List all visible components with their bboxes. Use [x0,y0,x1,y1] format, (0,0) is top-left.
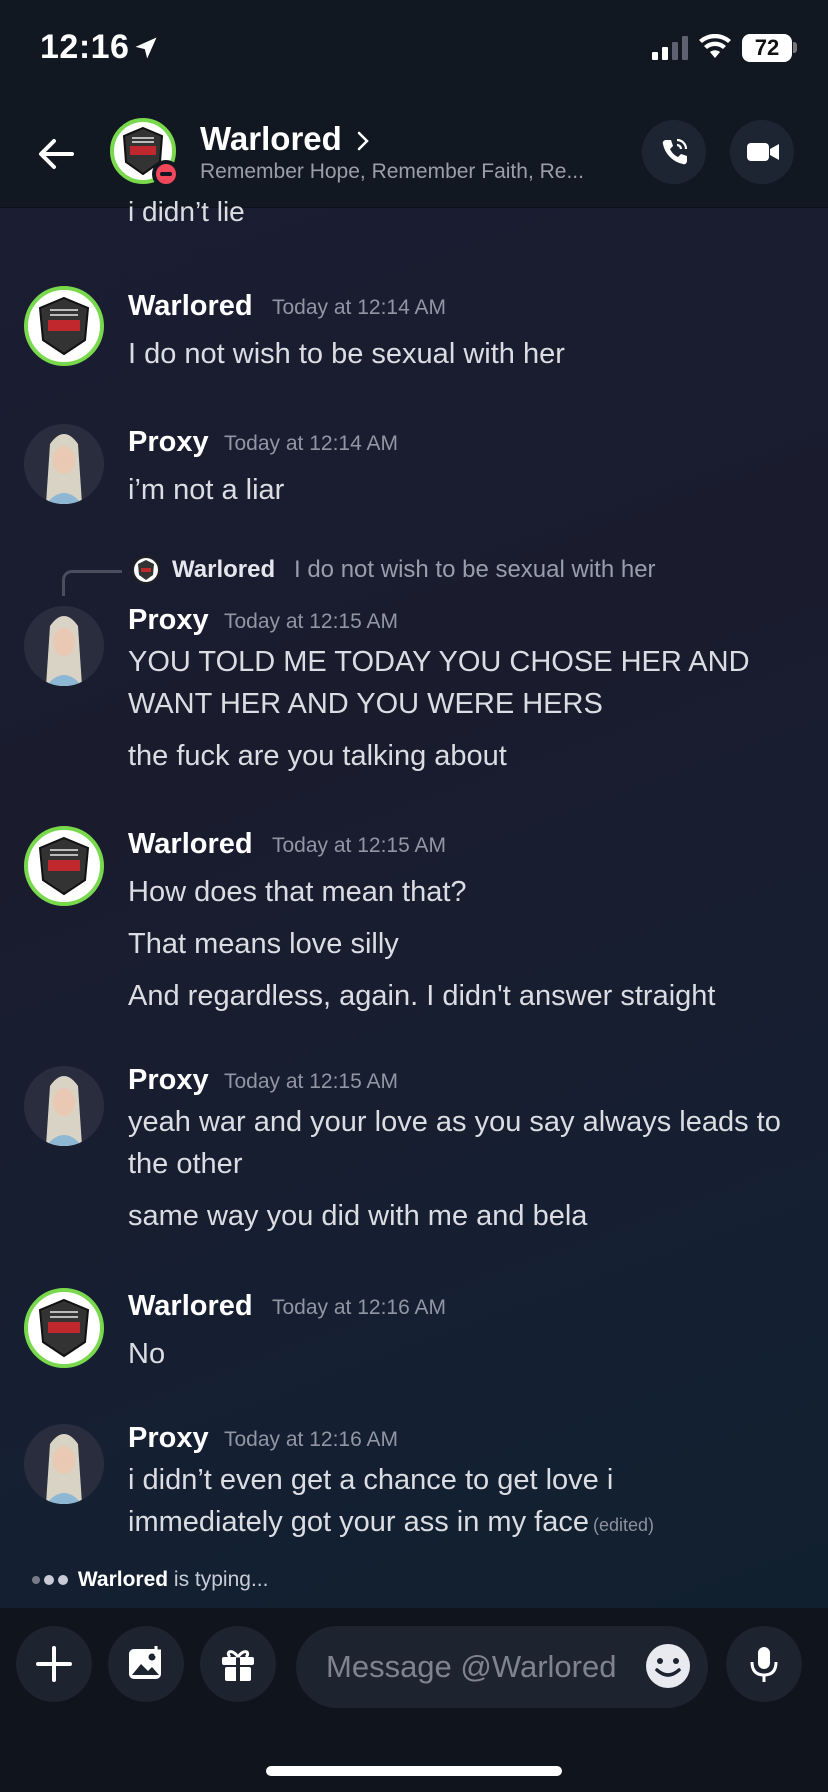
microphone-icon [750,1647,778,1682]
status-time: 12:16 [40,28,130,66]
plus-icon [36,1646,72,1682]
shield-logo-icon [138,560,154,580]
wifi-icon [699,34,731,58]
message-text[interactable]: the fuck are you talking about [128,740,507,773]
message-text[interactable]: I do not wish to be sexual with her [128,338,565,371]
typing-dot [44,1575,54,1586]
battery-nub [793,42,797,53]
partial-message-text: i didn’t lie [128,196,245,227]
avatar[interactable] [24,1424,104,1504]
typing-text: is typing... [173,1568,269,1591]
gift-button[interactable] [200,1626,276,1702]
avatar[interactable] [24,1066,104,1146]
user-portrait-icon [24,1066,104,1146]
avatar[interactable] [24,1288,104,1368]
back-arrow-icon[interactable] [32,130,80,178]
video-camera-icon [747,143,779,161]
message-text[interactable]: How does that mean that? [128,876,467,909]
voice-message-button[interactable] [726,1626,802,1702]
typing-indicator: Warlored is typing... [32,1568,268,1592]
avatar[interactable] [24,826,104,906]
user-portrait-icon [24,1424,104,1504]
shield-logo-icon [38,1298,90,1358]
add-attachment-button[interactable] [16,1626,92,1702]
message-text[interactable]: No [128,1338,165,1371]
home-indicator[interactable] [266,1766,562,1776]
typing-user: Warlored [77,1568,169,1591]
author-name[interactable]: Warlored [128,1290,253,1323]
cellular-signal-icon [652,36,688,60]
chat-header: Warlored Remember Hope, Remember Faith, … [0,100,828,208]
message-composer [0,1608,828,1792]
edited-label: (edited) [592,1515,654,1535]
author-name[interactable]: Proxy [128,604,209,637]
message-text[interactable]: i’m not a liar [128,474,284,507]
message-text[interactable]: i didn’t even get a chance to get love i [128,1464,613,1497]
emoji-icon[interactable] [644,1642,692,1690]
user-portrait-icon [24,606,104,686]
timestamp: Today at 12:16 AM [272,1296,446,1319]
avatar[interactable] [24,286,104,366]
message-text-content: immediately got your ass in my face [128,1506,589,1538]
avatar[interactable] [24,424,104,504]
reply-preview-text[interactable]: I do not wish to be sexual with her [294,556,656,584]
author-name[interactable]: Warlored [128,290,253,323]
image-icon [129,1646,161,1679]
header-title[interactable]: Warlored [200,120,342,158]
voice-call-button[interactable] [642,120,706,184]
message-text[interactable]: That means love silly [128,928,399,961]
message-text[interactable]: And regardless, again. I didn't answer s… [128,980,715,1013]
message-text[interactable]: same way you did with me and bela [128,1200,587,1233]
avatar[interactable] [24,606,104,686]
video-call-button[interactable] [730,120,794,184]
timestamp: Today at 12:14 AM [272,296,446,319]
reply-author[interactable]: Warlored [172,556,275,584]
gift-icon [222,1650,254,1681]
reply-connector [62,570,122,596]
typing-dot [32,1576,40,1585]
status-bar: 12:16 72 [0,0,828,100]
author-name[interactable]: Proxy [128,1064,209,1097]
author-name[interactable]: Proxy [128,1422,209,1455]
author-name[interactable]: Warlored [128,828,253,861]
timestamp: Today at 12:15 AM [272,834,446,857]
dnd-status-icon [152,160,180,188]
timestamp: Today at 12:15 AM [224,610,398,633]
timestamp: Today at 12:15 AM [224,1070,398,1093]
message-text[interactable]: YOU TOLD ME TODAY YOU CHOSE HER AND [128,646,750,679]
location-arrow-icon [135,37,157,59]
shield-logo-icon [38,836,90,896]
typing-dot [58,1575,68,1586]
header-subtitle[interactable]: Remember Hope, Remember Faith, Re... [200,160,620,184]
phone-icon [662,138,688,165]
author-name[interactable]: Proxy [128,426,209,459]
reply-avatar[interactable] [132,556,160,584]
image-picker-button[interactable] [108,1626,184,1702]
message-text[interactable]: the other [128,1148,242,1181]
chevron-right-icon[interactable] [356,130,370,152]
battery-indicator: 72 [742,34,792,62]
message-text[interactable]: yeah war and your love as you say always… [128,1106,781,1139]
timestamp: Today at 12:16 AM [224,1428,398,1451]
shield-logo-icon [38,296,90,356]
timestamp: Today at 12:14 AM [224,432,398,455]
user-portrait-icon [24,424,104,504]
message-text[interactable]: immediately got your ass in my face (edit… [128,1506,654,1539]
message-text[interactable]: WANT HER AND YOU WERE HERS [128,688,603,721]
